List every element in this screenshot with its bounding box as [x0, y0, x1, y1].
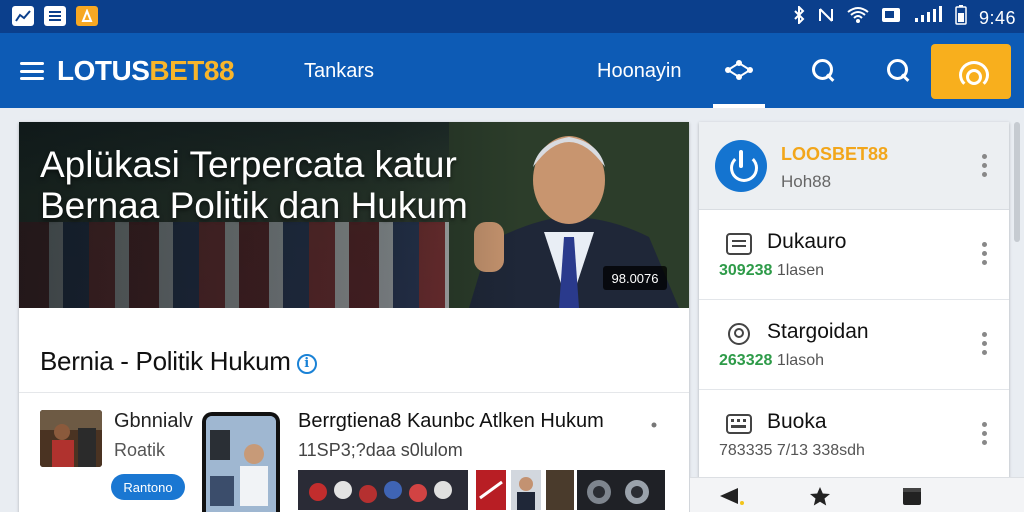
panel-row-subtitle: 309238 1lasen	[719, 262, 824, 280]
star-icon[interactable]	[809, 486, 831, 512]
status-bar-right: 9:46	[793, 4, 1016, 30]
item-a-title[interactable]: Gbnnialv	[114, 410, 193, 433]
support-button[interactable]	[931, 44, 1011, 99]
panel-header-subtitle: Hoh88	[781, 172, 832, 191]
hero-banner[interactable]: Aplükasi Terpercata katur Bernaa Politik…	[19, 122, 689, 308]
status-time: 9:46	[978, 7, 1016, 28]
back-icon[interactable]	[718, 486, 744, 512]
chart-icon	[12, 6, 34, 26]
more-vert-icon[interactable]	[982, 242, 988, 265]
more-vert-icon[interactable]	[982, 154, 988, 177]
item-b-subtitle: 11SP3;?daa s0lulom	[298, 440, 463, 460]
main-card: Aplükasi Terpercata katur Bernaa Politik…	[19, 122, 689, 512]
app-bar: LOTUSBET88 Tankars Hoonayin	[0, 33, 1024, 108]
panel-row-detail: 1lasen	[772, 262, 824, 279]
section-title-text: Bernia - Politik Hukum	[40, 346, 291, 376]
signal-icon	[913, 6, 943, 29]
item-b-more-icon[interactable]	[651, 412, 657, 433]
nav-link-tankars[interactable]: Tankars	[304, 60, 374, 83]
panel-row-title: Buoka	[767, 410, 827, 433]
more-vert-icon[interactable]	[982, 332, 988, 355]
status-bar: 9:46	[0, 0, 1024, 33]
headset-icon	[957, 59, 989, 89]
panel-header-title: LOOSBET88	[781, 144, 889, 164]
menu-icon[interactable]	[20, 62, 44, 80]
panel-header[interactable]: LOOSBET88 Hoh88	[699, 122, 1009, 210]
panel-row[interactable]: Dukauro 309238 1lasen	[699, 210, 1009, 300]
info-icon[interactable]: i	[296, 353, 317, 374]
section-title: Bernia - Politik Hukum i	[40, 346, 317, 377]
bluetooth-icon	[793, 4, 805, 29]
status-bar-left	[12, 6, 98, 26]
panel-row-detail: 7/13 338sdh	[772, 442, 865, 459]
news-icon	[44, 6, 66, 26]
item-b-title[interactable]: Berrgtiena8 Kaunbc Atlken Hukum	[298, 410, 604, 433]
panel-row-count: 263328	[719, 352, 773, 369]
panel-row-subtitle: 263328 1lasoh	[719, 352, 824, 370]
panel-row-count: 783335	[719, 442, 773, 459]
search-icon[interactable]	[810, 57, 836, 83]
share-icon[interactable]	[724, 59, 754, 87]
nfc-icon	[817, 6, 835, 29]
item-b-image-1[interactable]	[298, 470, 468, 510]
location-icon	[728, 323, 750, 345]
logo-text-lotus: LOTUS	[57, 55, 150, 86]
search-icon[interactable]	[885, 57, 911, 83]
scrollbar[interactable]	[1014, 122, 1020, 242]
cast-icon	[881, 6, 901, 29]
app-icon	[76, 6, 98, 26]
keyboard-icon	[726, 414, 752, 434]
panel-row-detail: 1lasoh	[772, 352, 824, 369]
item-b-image-3[interactable]	[511, 470, 541, 510]
logo-text-bet88: BET88	[149, 55, 235, 86]
panel-row-title: Stargoidan	[767, 320, 869, 343]
wifi-icon	[847, 6, 869, 29]
document-icon	[726, 233, 752, 255]
phone-screen-image	[206, 416, 276, 512]
phone-thumbnail[interactable]	[202, 412, 280, 512]
panel-row-title: Dukauro	[767, 230, 847, 253]
panel-row-count: 309238	[719, 262, 773, 279]
app-logo[interactable]: LOTUSBET88	[57, 55, 235, 87]
power-icon[interactable]	[715, 140, 767, 192]
nav-link-hoonayin[interactable]: Hoonayin	[597, 60, 682, 83]
item-b-image-2[interactable]	[476, 470, 506, 510]
item-b-image-4[interactable]	[546, 470, 574, 510]
square-icon[interactable]	[902, 486, 922, 512]
item-a-thumbnail[interactable]	[40, 410, 102, 467]
panel-row[interactable]: Buoka 783335 7/13 338sdh	[699, 390, 1009, 480]
more-vert-icon[interactable]	[982, 422, 988, 445]
item-a-subtitle: Roatik	[114, 440, 166, 460]
panel-row[interactable]: Stargoidan 263328 1lasoh	[699, 300, 1009, 390]
hero-title: Aplükasi Terpercata katur Bernaa Politik…	[40, 144, 468, 226]
divider	[19, 392, 689, 393]
battery-icon	[955, 5, 967, 30]
hero-view-badge: 98.0076	[603, 266, 667, 290]
panel-row-subtitle: 783335 7/13 338sdh	[719, 442, 865, 460]
item-b-image-5[interactable]	[577, 470, 665, 510]
bottom-nav	[690, 477, 1024, 512]
side-panel: LOOSBET88 Hoh88 Dukauro 309238 1lasen St…	[699, 122, 1009, 512]
item-a-button[interactable]: Rantono	[111, 474, 185, 500]
